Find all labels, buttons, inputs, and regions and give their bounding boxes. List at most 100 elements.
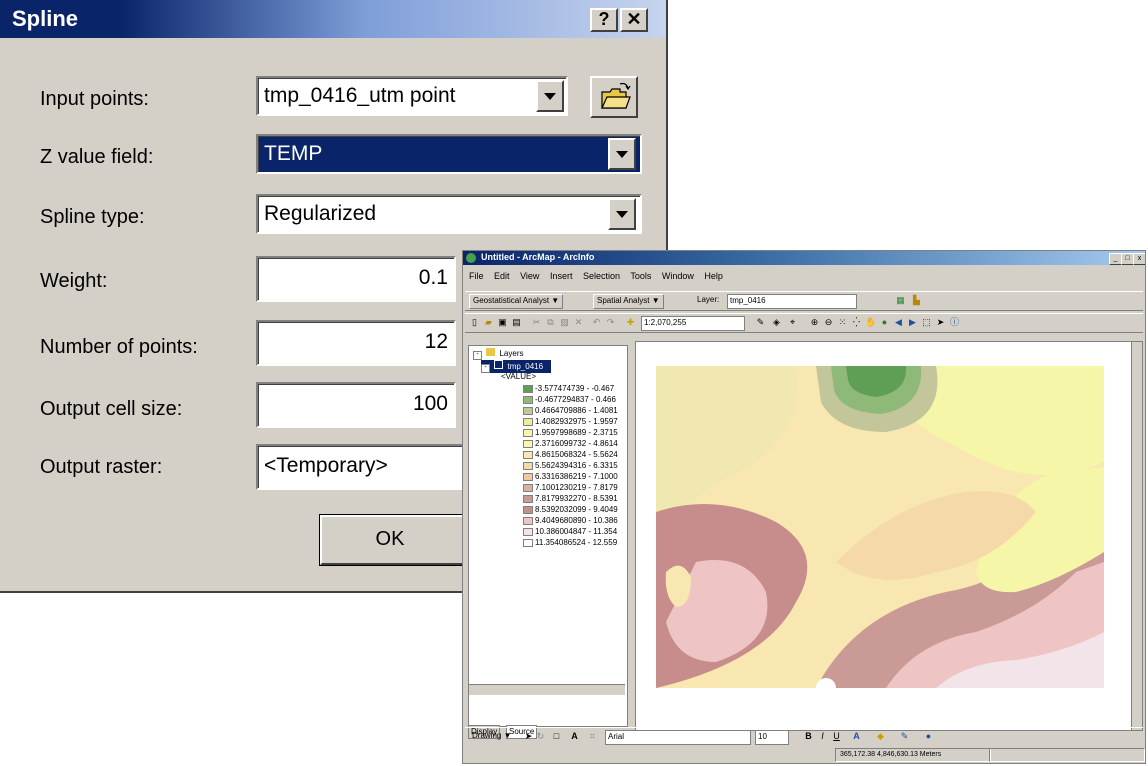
marker-color-icon[interactable]: ● [923,731,934,742]
help-button[interactable]: ? [590,8,618,32]
collapse-icon[interactable]: - [481,364,490,373]
menu-insert[interactable]: Insert [550,271,573,281]
legend-swatch[interactable] [523,527,533,536]
arcmap-title-bar[interactable]: Untitled - ArcMap - ArcInfo _ □ x [463,251,1145,265]
legend-item[interactable]: 8.5392032099 - 9.4049 [523,505,618,514]
histogram-icon[interactable]: ▦ [895,295,906,306]
checkbox-checked-icon[interactable] [494,360,504,369]
text-tool-icon[interactable]: A [569,731,580,742]
select-elements-icon[interactable]: ➤ [935,317,946,328]
font-select[interactable]: Arial [605,730,751,745]
toc-horizontal-scrollbar[interactable] [469,684,625,695]
delete-icon[interactable]: ✕ [573,317,584,328]
legend-swatch[interactable] [523,516,533,525]
menu-selection[interactable]: Selection [583,271,620,281]
toc-layers-root[interactable]: - Layers [473,348,523,360]
legend-swatch[interactable] [523,538,533,547]
input-points-select[interactable]: tmp_0416_utm point [256,76,568,116]
cut-icon[interactable]: ✂ [531,317,542,328]
rotate-icon[interactable]: ↻ [535,731,546,742]
legend-swatch[interactable] [523,505,533,514]
legend-swatch[interactable] [523,450,533,459]
spline-type-select[interactable]: Regularized [256,194,642,234]
legend-item[interactable]: 1.4082932975 - 1.9597 [523,417,618,426]
dropdown-arrow-icon[interactable] [608,198,636,230]
legend-swatch[interactable] [523,483,533,492]
redo-icon[interactable]: ↷ [605,317,616,328]
save-icon[interactable]: ▣ [497,317,508,328]
legend-item[interactable]: -3.577474739 - -0.467 [523,384,614,393]
legend-item[interactable]: 5.5624394316 - 6.3315 [523,461,618,470]
font-color-icon[interactable]: A [851,731,862,742]
rectangle-icon[interactable]: □ [551,731,562,742]
spatial-analyst-menu[interactable]: Spatial Analyst ▼ [593,294,664,309]
legend-item[interactable]: 11.354086524 - 12.559 [523,538,617,547]
legend-swatch[interactable] [523,428,533,437]
zoom-out-icon[interactable]: ⊖ [823,317,834,328]
help-cursor-icon[interactable]: ⌖ [787,317,798,328]
browse-button[interactable] [590,76,638,118]
menu-edit[interactable]: Edit [494,271,510,281]
select-arrow-icon[interactable]: ➤ [523,731,534,742]
weight-input[interactable]: 0.1 [256,256,456,302]
number-of-points-input[interactable]: 12 [256,320,456,366]
chart-icon[interactable]: ▙ [911,295,922,306]
close-button[interactable]: x [1133,253,1145,265]
line-color-icon[interactable]: ✎ [899,731,910,742]
output-raster-input[interactable]: <Temporary> [256,444,476,490]
select-features-icon[interactable]: ⬚ [921,317,932,328]
editor-icon[interactable]: ✎ [755,317,766,328]
forward-extent-icon[interactable]: ▶ [907,317,918,328]
geostatistical-analyst-menu[interactable]: Geostatistical Analyst ▼ [469,294,564,309]
bold-button[interactable]: B [803,731,814,742]
ok-button[interactable]: OK [320,515,472,565]
menu-help[interactable]: Help [704,271,723,281]
italic-button[interactable]: I [817,731,828,742]
zoom-in-icon[interactable]: ⊕ [809,317,820,328]
menu-tools[interactable]: Tools [630,271,651,281]
copy-icon[interactable]: ⧉ [545,317,556,328]
pan-icon[interactable]: ✋ [865,317,876,328]
legend-swatch[interactable] [523,472,533,481]
fixed-zoom-in-icon[interactable]: ⁙ [837,317,848,328]
legend-item[interactable]: 9.4049680890 - 10.386 [523,516,618,525]
callout-icon[interactable]: ⌗ [587,731,598,742]
fill-color-icon[interactable]: ◆ [875,731,886,742]
legend-swatch[interactable] [523,395,533,404]
menu-window[interactable]: Window [662,271,694,281]
legend-item[interactable]: 2.3716099732 - 4.8614 [523,439,618,448]
menu-view[interactable]: View [520,271,539,281]
collapse-icon[interactable]: - [473,351,482,360]
legend-swatch[interactable] [523,461,533,470]
legend-item[interactable]: 1.9597998689 - 2.3715 [523,428,618,437]
legend-swatch[interactable] [523,417,533,426]
menu-file[interactable]: File [469,271,484,281]
fixed-zoom-out-icon[interactable]: ⁛ [851,317,862,328]
legend-swatch[interactable] [523,494,533,503]
arctoolbox-icon[interactable]: ◈ [771,317,782,328]
add-data-icon[interactable]: ✚ [625,317,636,328]
legend-item[interactable]: 7.1001230219 - 7.8179 [523,483,618,492]
close-button[interactable]: ✕ [620,8,648,32]
new-document-icon[interactable]: ▯ [469,317,480,328]
back-extent-icon[interactable]: ◀ [893,317,904,328]
legend-item[interactable]: -0.4677294837 - 0.466 [523,395,616,404]
dropdown-arrow-icon[interactable] [536,80,564,112]
map-scale-select[interactable]: 1:2,070,255 [641,316,745,331]
full-extent-icon[interactable]: ● [879,317,890,328]
legend-swatch[interactable] [523,406,533,415]
legend-item[interactable]: 10.386004847 - 11.354 [523,527,617,536]
font-size-select[interactable]: 10 [755,730,789,745]
legend-swatch[interactable] [523,384,533,393]
layer-select[interactable]: tmp_0416 [727,294,857,309]
map-vertical-scrollbar[interactable] [1131,342,1142,730]
map-view[interactable] [635,341,1143,731]
undo-icon[interactable]: ↶ [591,317,602,328]
z-value-field-select[interactable]: TEMP [256,134,642,174]
legend-item[interactable]: 0.4664709886 - 1.4081 [523,406,618,415]
legend-item[interactable]: 6.3316386219 - 7.1000 [523,472,618,481]
legend-item[interactable]: 4.8615068324 - 5.5624 [523,450,618,459]
paste-icon[interactable]: ▨ [559,317,570,328]
identify-icon[interactable]: ⓘ [949,317,960,328]
drawing-menu[interactable]: Drawing ▼ [469,730,514,743]
